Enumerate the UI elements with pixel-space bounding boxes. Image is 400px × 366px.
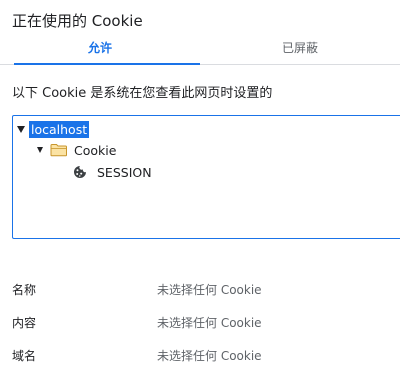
tab-blocked[interactable]: 已屏蔽 bbox=[200, 38, 400, 64]
detail-label: 名称 bbox=[12, 283, 37, 297]
folder-icon bbox=[50, 143, 68, 157]
tree-node-label[interactable]: SESSION bbox=[97, 165, 152, 180]
cookies-description: 以下 Cookie 是系统在您查看此网页时设置的 bbox=[12, 86, 273, 101]
dialog-title: 正在使用的 Cookie bbox=[12, 12, 143, 30]
tab-bar: 允许 已屏蔽 bbox=[0, 38, 400, 65]
detail-value: 未选择任何 Cookie bbox=[157, 349, 262, 363]
tree-node-label[interactable]: localhost bbox=[29, 120, 90, 138]
detail-row-name: 名称 未选择任何 Cookie bbox=[0, 278, 400, 298]
detail-value: 未选择任何 Cookie bbox=[157, 283, 262, 297]
cookie-icon bbox=[73, 165, 87, 179]
detail-label: 内容 bbox=[12, 316, 37, 330]
cookies-dialog: 正在使用的 Cookie 允许 已屏蔽 以下 Cookie 是系统在您查看此网页… bbox=[0, 0, 400, 366]
expand-triangle-icon[interactable] bbox=[17, 125, 25, 133]
detail-value: 未选择任何 Cookie bbox=[157, 316, 262, 330]
expand-triangle-icon[interactable] bbox=[37, 147, 43, 153]
detail-row-content: 内容 未选择任何 Cookie bbox=[0, 311, 400, 331]
detail-row-domain: 域名 未选择任何 Cookie bbox=[0, 344, 400, 364]
tree-node-session[interactable]: SESSION bbox=[73, 163, 152, 181]
tree-node-localhost[interactable]: localhost bbox=[17, 120, 90, 138]
cookie-tree[interactable]: localhost Cookie SESSION bbox=[12, 115, 400, 239]
detail-label: 域名 bbox=[12, 349, 37, 363]
tree-node-cookie-folder[interactable]: Cookie bbox=[37, 141, 116, 159]
tree-node-label[interactable]: Cookie bbox=[74, 143, 116, 158]
tab-allowed[interactable]: 允许 bbox=[0, 38, 200, 65]
